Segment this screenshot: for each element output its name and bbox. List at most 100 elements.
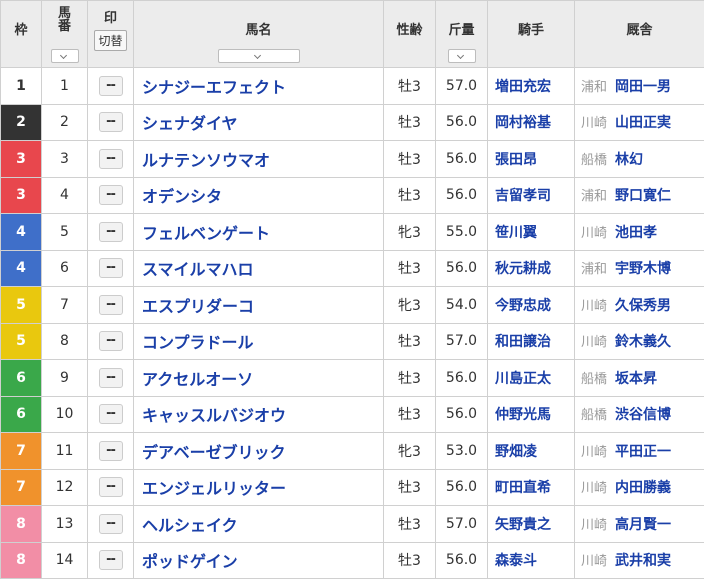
mark-button[interactable]: -- xyxy=(99,477,123,497)
jockey-link[interactable]: 矢野貴之 xyxy=(488,506,575,543)
jockey-link[interactable]: 今野忠成 xyxy=(488,287,575,324)
trainer-link[interactable]: 山田正実 xyxy=(615,115,671,131)
weight-sort-chevron-icon[interactable] xyxy=(448,49,476,63)
header-weight[interactable]: 斤量 xyxy=(436,1,488,68)
stable-region: 川崎 xyxy=(581,481,607,496)
stable-region: 川崎 xyxy=(581,226,607,241)
jockey-link[interactable]: 岡村裕基 xyxy=(488,104,575,141)
header-jockey: 騎手 xyxy=(488,1,575,68)
jockey-link[interactable]: 町田直希 xyxy=(488,469,575,506)
stable-cell: 浦和宇野木博 xyxy=(575,250,704,287)
mark-button[interactable]: -- xyxy=(99,295,123,315)
jockey-link[interactable]: 野畑凌 xyxy=(488,433,575,470)
horse-name-link[interactable]: シナジーエフェクト xyxy=(134,68,384,105)
mark-button[interactable]: -- xyxy=(99,76,123,96)
stable-cell: 川崎平田正一 xyxy=(575,433,704,470)
jockey-link[interactable]: 吉留孝司 xyxy=(488,177,575,214)
stable-cell: 川崎高月賢一 xyxy=(575,506,704,543)
trainer-link[interactable]: 岡田一男 xyxy=(615,79,671,95)
horse-name-link[interactable]: コンプラドール xyxy=(134,323,384,360)
horse-name-link[interactable]: スマイルマハロ xyxy=(134,250,384,287)
jockey-link[interactable]: 川島正太 xyxy=(488,360,575,397)
trainer-link[interactable]: 宇野木博 xyxy=(615,261,671,277)
mark-button[interactable]: -- xyxy=(99,185,123,205)
umaban-sort-chevron-icon[interactable] xyxy=(51,49,79,63)
mark-cell: -- xyxy=(88,542,134,579)
horse-number: 6 xyxy=(42,250,88,287)
horse-name-link[interactable]: フェルベンゲート xyxy=(134,214,384,251)
jockey-link[interactable]: 仲野光馬 xyxy=(488,396,575,433)
horse-number: 1 xyxy=(42,68,88,105)
stable-region: 船橋 xyxy=(581,153,607,168)
mark-button[interactable]: -- xyxy=(99,514,123,534)
stable-cell: 船橋渋谷信博 xyxy=(575,396,704,433)
trainer-link[interactable]: 高月賢一 xyxy=(615,517,671,533)
mark-cell: -- xyxy=(88,68,134,105)
trainer-link[interactable]: 渋谷信博 xyxy=(615,407,671,423)
mark-button[interactable]: -- xyxy=(99,404,123,424)
header-row: 枠 馬 番 印 切替 馬名 性齢 斤量 騎手 xyxy=(1,1,704,68)
waku-number: 4 xyxy=(1,250,42,287)
horse-name-link[interactable]: ルナテンソウマオ xyxy=(134,141,384,178)
carried-weight: 57.0 xyxy=(436,68,488,105)
header-umaban[interactable]: 馬 番 xyxy=(42,1,88,68)
mark-button[interactable]: -- xyxy=(99,550,123,570)
horse-name-link[interactable]: デアベーゼブリック xyxy=(134,433,384,470)
trainer-link[interactable]: 内田勝義 xyxy=(615,480,671,496)
horse-name-link[interactable]: キャッスルバジオウ xyxy=(134,396,384,433)
stable-region: 浦和 xyxy=(581,262,607,277)
trainer-link[interactable]: 久保秀男 xyxy=(615,298,671,314)
horse-name-link[interactable]: エンジェルリッター xyxy=(134,469,384,506)
trainer-link[interactable]: 平田正一 xyxy=(615,444,671,460)
jockey-link[interactable]: 笹川翼 xyxy=(488,214,575,251)
stable-cell: 川崎武井和実 xyxy=(575,542,704,579)
mark-button[interactable]: -- xyxy=(99,258,123,278)
jockey-link[interactable]: 和田譲治 xyxy=(488,323,575,360)
mark-toggle-button[interactable]: 切替 xyxy=(94,30,126,51)
trainer-link[interactable]: 武井和実 xyxy=(615,553,671,569)
jockey-link[interactable]: 張田昂 xyxy=(488,141,575,178)
stable-region: 川崎 xyxy=(581,299,607,314)
table-row: 3 4 -- オデンシタ 牡3 56.0 吉留孝司 浦和野口寛仁 xyxy=(1,177,704,214)
mark-cell: -- xyxy=(88,250,134,287)
trainer-link[interactable]: 坂本昇 xyxy=(615,371,657,387)
mark-button[interactable]: -- xyxy=(99,222,123,242)
mark-button[interactable]: -- xyxy=(99,149,123,169)
trainer-link[interactable]: 野口寛仁 xyxy=(615,188,671,204)
horse-name-link[interactable]: エスプリダーコ xyxy=(134,287,384,324)
header-name[interactable]: 馬名 xyxy=(134,1,384,68)
waku-number: 1 xyxy=(1,68,42,105)
sex-age: 牡3 xyxy=(384,141,436,178)
table-row: 8 13 -- ヘルシェイク 牡3 57.0 矢野貴之 川崎高月賢一 xyxy=(1,506,704,543)
mark-button[interactable]: -- xyxy=(99,441,123,461)
carried-weight: 57.0 xyxy=(436,506,488,543)
mark-cell: -- xyxy=(88,360,134,397)
mark-cell: -- xyxy=(88,323,134,360)
jockey-link[interactable]: 秋元耕成 xyxy=(488,250,575,287)
horse-name-link[interactable]: オデンシタ xyxy=(134,177,384,214)
header-weight-label: 斤量 xyxy=(436,7,487,38)
horse-name-link[interactable]: アクセルオーソ xyxy=(134,360,384,397)
name-sort-chevron-icon[interactable] xyxy=(218,49,300,63)
mark-button[interactable]: -- xyxy=(99,112,123,132)
mark-button[interactable]: -- xyxy=(99,368,123,388)
trainer-link[interactable]: 鈴木義久 xyxy=(615,334,671,350)
trainer-link[interactable]: 池田孝 xyxy=(615,225,657,241)
horse-number: 5 xyxy=(42,214,88,251)
waku-number: 2 xyxy=(1,104,42,141)
mark-button[interactable]: -- xyxy=(99,331,123,351)
horse-number: 8 xyxy=(42,323,88,360)
table-row: 5 8 -- コンプラドール 牡3 57.0 和田譲治 川崎鈴木義久 xyxy=(1,323,704,360)
waku-number: 8 xyxy=(1,506,42,543)
table-row: 4 6 -- スマイルマハロ 牡3 56.0 秋元耕成 浦和宇野木博 xyxy=(1,250,704,287)
jockey-link[interactable]: 増田充宏 xyxy=(488,68,575,105)
horse-name-link[interactable]: シェナダイヤ xyxy=(134,104,384,141)
horse-number: 10 xyxy=(42,396,88,433)
jockey-link[interactable]: 森泰斗 xyxy=(488,542,575,579)
trainer-link[interactable]: 林幻 xyxy=(615,152,643,168)
header-mark-label: 印 xyxy=(88,7,133,26)
waku-number: 4 xyxy=(1,214,42,251)
horse-name-link[interactable]: ヘルシェイク xyxy=(134,506,384,543)
sex-age: 牡3 xyxy=(384,360,436,397)
horse-name-link[interactable]: ポッドゲイン xyxy=(134,542,384,579)
